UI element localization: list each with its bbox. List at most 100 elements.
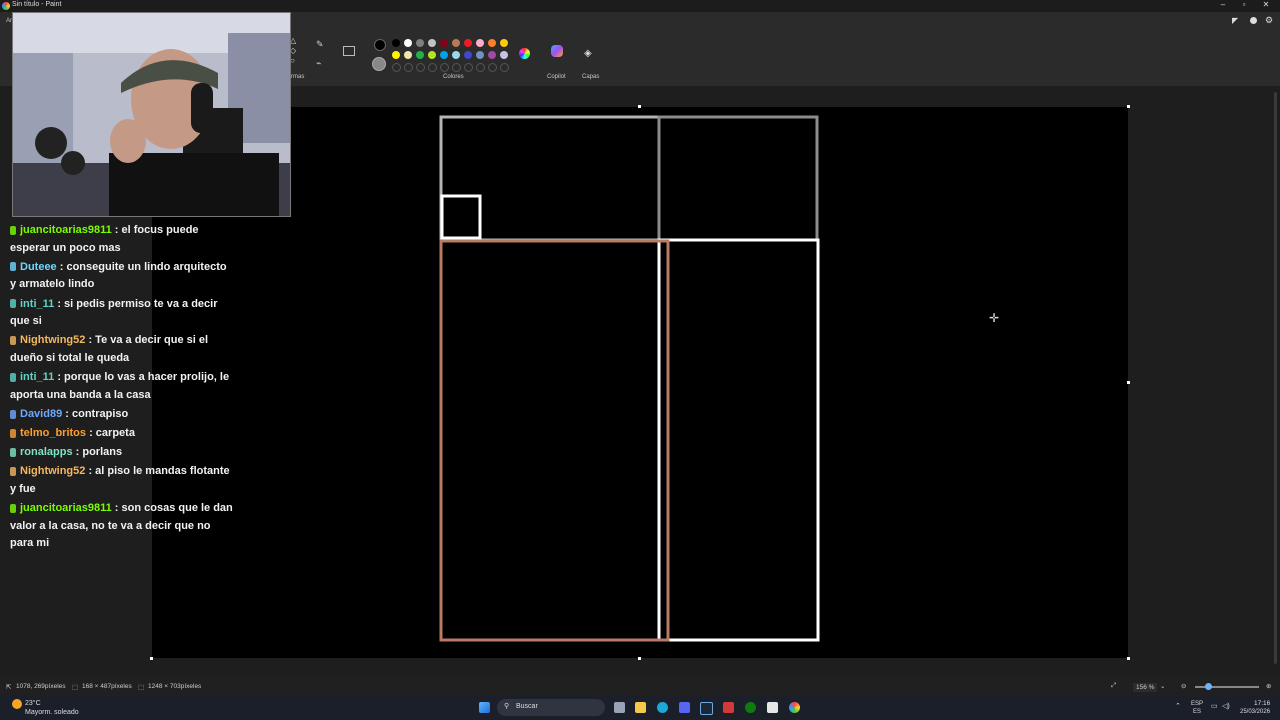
fill-icon[interactable]: ⌁ bbox=[316, 58, 321, 69]
chat-message: juancitoarias9811 : el focus puede esper… bbox=[10, 222, 235, 257]
account-icon[interactable] bbox=[1250, 17, 1257, 24]
colors-group-label: Colores bbox=[443, 74, 464, 80]
start-button-windows-icon[interactable] bbox=[479, 702, 490, 713]
palette-empty-swatch[interactable] bbox=[476, 63, 485, 72]
discord-icon[interactable] bbox=[679, 702, 690, 713]
search-box[interactable]: ⚲ Buscar bbox=[497, 699, 605, 716]
palette-color-swatch[interactable] bbox=[392, 39, 400, 47]
zoom-out-icon[interactable]: ⊖ bbox=[1181, 682, 1186, 690]
fit-to-window-icon[interactable]: ⤢ bbox=[1111, 682, 1116, 690]
palette-color-swatch[interactable] bbox=[476, 51, 484, 59]
webcam-image bbox=[13, 13, 290, 216]
network-icon[interactable]: ▭ bbox=[1211, 702, 1218, 710]
chat-username[interactable]: juancitoarias9811 bbox=[20, 502, 112, 514]
drawing-canvas[interactable] bbox=[152, 107, 1128, 658]
triangle-shape-icon[interactable]: △ ◇ ○ bbox=[290, 36, 310, 66]
palette-color-swatch[interactable] bbox=[488, 39, 496, 47]
palette-color-swatch[interactable] bbox=[416, 51, 424, 59]
maximize-button[interactable]: ▫ bbox=[1234, 0, 1254, 9]
palette-color-swatch[interactable] bbox=[464, 39, 472, 47]
vertical-scrollbar[interactable] bbox=[1274, 92, 1277, 664]
bottom-right-rectangle bbox=[657, 238, 820, 642]
palette-color-swatch[interactable] bbox=[428, 51, 436, 59]
chat-badge-icon bbox=[10, 467, 16, 477]
secondary-color-swatch[interactable] bbox=[372, 57, 386, 71]
chat-badge-icon bbox=[10, 503, 16, 513]
palette-empty-swatch[interactable] bbox=[392, 63, 401, 72]
weather-desc[interactable]: Mayorm. soleado bbox=[25, 709, 79, 716]
task-view-icon[interactable] bbox=[614, 702, 625, 713]
palette-empty-swatch[interactable] bbox=[416, 63, 425, 72]
chat-text: : porlans bbox=[75, 446, 123, 459]
palette-color-swatch[interactable] bbox=[416, 39, 424, 47]
palette-color-swatch[interactable] bbox=[476, 39, 484, 47]
resize-handle-right[interactable] bbox=[1127, 381, 1130, 384]
palette-empty-swatch[interactable] bbox=[452, 63, 461, 72]
palette-color-swatch[interactable] bbox=[500, 51, 508, 59]
palette-empty-swatch[interactable] bbox=[488, 63, 497, 72]
palette-color-swatch[interactable] bbox=[500, 39, 508, 47]
palette-color-swatch[interactable] bbox=[440, 51, 448, 59]
chat-username[interactable]: David89 bbox=[20, 408, 62, 420]
file-explorer-icon[interactable] bbox=[635, 702, 646, 713]
clock-time[interactable]: 17:16 bbox=[1254, 700, 1270, 707]
chat-username[interactable]: telmo_britos bbox=[20, 427, 86, 439]
chat-username[interactable]: Nightwing52 bbox=[20, 465, 85, 477]
layers-group-label: Capas bbox=[582, 74, 600, 80]
shapes-tool-group[interactable]: △ ◇ ○ bbox=[290, 36, 310, 68]
resize-handle-bottom-right[interactable] bbox=[1127, 657, 1130, 660]
weather-temp[interactable]: 23°C bbox=[25, 700, 41, 707]
zoom-slider-thumb[interactable] bbox=[1205, 683, 1212, 690]
palette-color-swatch[interactable] bbox=[404, 39, 412, 47]
palette-color-swatch[interactable] bbox=[452, 39, 460, 47]
notification-icon[interactable]: ◤ bbox=[1232, 16, 1238, 25]
chat-username[interactable]: inti_11 bbox=[20, 298, 54, 310]
resize-handle-top[interactable] bbox=[638, 105, 641, 108]
palette-color-swatch[interactable] bbox=[404, 51, 412, 59]
chat-username[interactable]: inti_11 bbox=[20, 371, 54, 383]
volume-icon[interactable]: ◁) bbox=[1222, 702, 1230, 710]
palette-empty-swatch[interactable] bbox=[440, 63, 449, 72]
chat-username[interactable]: Nightwing52 bbox=[20, 334, 85, 346]
weather-icon[interactable] bbox=[12, 699, 22, 709]
app-red-icon[interactable] bbox=[723, 702, 734, 713]
layers-icon[interactable]: ◈ bbox=[584, 48, 592, 59]
zoom-level[interactable]: 156 % bbox=[1133, 683, 1158, 692]
palette-empty-swatch[interactable] bbox=[500, 63, 509, 72]
xbox-icon[interactable] bbox=[745, 702, 756, 713]
palette-empty-swatch[interactable] bbox=[464, 63, 473, 72]
zoom-slider[interactable] bbox=[1195, 683, 1259, 690]
palette-color-swatch[interactable] bbox=[440, 39, 448, 47]
palette-color-swatch[interactable] bbox=[428, 39, 436, 47]
resize-handle-top-right[interactable] bbox=[1127, 105, 1130, 108]
palette-color-swatch[interactable] bbox=[452, 51, 460, 59]
clock-date[interactable]: 25/03/2026 bbox=[1240, 709, 1270, 715]
brush-icon[interactable]: ✎ bbox=[316, 39, 324, 50]
language-bottom[interactable]: ES bbox=[1193, 709, 1201, 715]
settings-gear-icon[interactable]: ⚙ bbox=[1265, 15, 1273, 26]
edge-browser-icon[interactable] bbox=[657, 702, 668, 713]
chat-username[interactable]: ronalapps bbox=[20, 446, 73, 458]
palette-color-swatch[interactable] bbox=[392, 51, 400, 59]
palette-color-swatch[interactable] bbox=[488, 51, 496, 59]
layers-panel-icon[interactable] bbox=[343, 46, 355, 56]
paint-taskbar-icon[interactable] bbox=[789, 702, 800, 713]
tray-chevron-icon[interactable]: ⌃ bbox=[1175, 702, 1181, 710]
copilot-icon[interactable] bbox=[551, 45, 563, 57]
primary-color-swatch[interactable] bbox=[374, 39, 386, 51]
language-top[interactable]: ESP bbox=[1191, 701, 1203, 707]
steam-icon[interactable] bbox=[700, 702, 713, 715]
palette-empty-swatch[interactable] bbox=[428, 63, 437, 72]
color-wheel-icon[interactable] bbox=[519, 48, 530, 59]
minimize-button[interactable]: – bbox=[1213, 0, 1233, 9]
close-button[interactable]: ✕ bbox=[1256, 0, 1276, 9]
zoom-in-icon[interactable]: ⊕ bbox=[1266, 682, 1271, 690]
palette-color-swatch[interactable] bbox=[464, 51, 472, 59]
resize-handle-bottom-left[interactable] bbox=[150, 657, 153, 660]
palette-empty-swatch[interactable] bbox=[404, 63, 413, 72]
calculator-icon[interactable] bbox=[767, 702, 778, 713]
chat-username[interactable]: juancitoarias9811 bbox=[20, 224, 112, 236]
chat-username[interactable]: Duteee bbox=[20, 261, 57, 273]
resize-handle-bottom[interactable] bbox=[638, 657, 641, 660]
zoom-dropdown-chevron-icon[interactable]: ⌄ bbox=[1160, 682, 1165, 690]
